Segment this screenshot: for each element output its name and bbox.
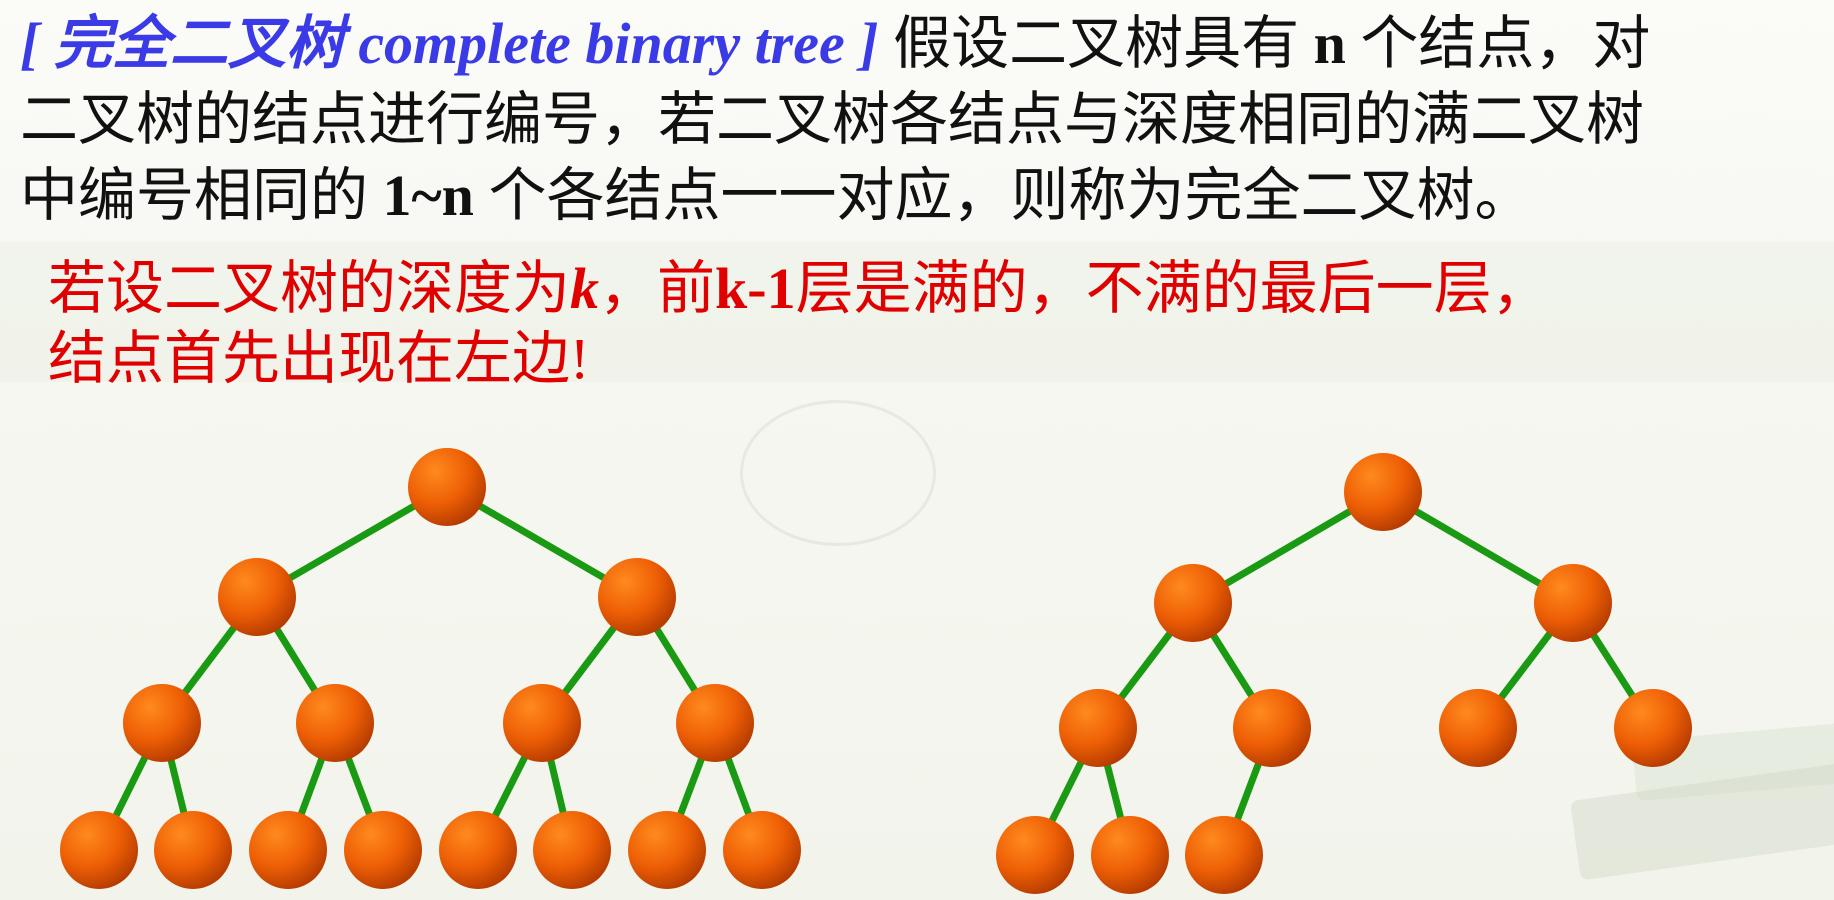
- tree-node: [296, 684, 374, 762]
- tree-node: [503, 684, 581, 762]
- tree-diagrams: [60, 448, 1692, 894]
- tree-node: [723, 811, 801, 889]
- tree-node: [533, 811, 611, 889]
- tree-node: [1154, 564, 1232, 642]
- tree-node: [408, 448, 486, 526]
- tree-node: [1534, 564, 1612, 642]
- tree-node: [1091, 816, 1169, 894]
- tree-node: [628, 811, 706, 889]
- tree-node: [218, 558, 296, 636]
- tree-node: [1439, 689, 1517, 767]
- tree-node: [1614, 689, 1692, 767]
- tree-node: [598, 558, 676, 636]
- tree-node: [1233, 689, 1311, 767]
- tree-node: [676, 684, 754, 762]
- tree-node: [1344, 453, 1422, 531]
- tree-node: [1059, 689, 1137, 767]
- tree-node: [996, 816, 1074, 894]
- tree-node: [439, 811, 517, 889]
- complete-binary-tree: [996, 453, 1692, 894]
- tree-node: [1185, 816, 1263, 894]
- tree-node: [249, 811, 327, 889]
- full-binary-tree: [60, 448, 801, 889]
- tree-node: [154, 811, 232, 889]
- tree-node: [60, 811, 138, 889]
- tree-node: [123, 684, 201, 762]
- tree-node: [344, 811, 422, 889]
